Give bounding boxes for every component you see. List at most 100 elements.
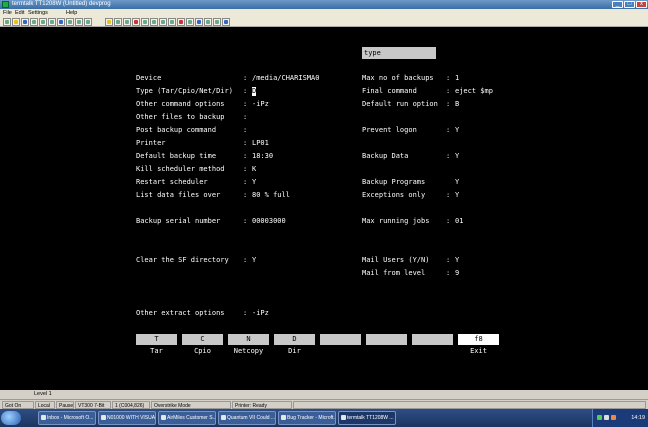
mail-users-field[interactable]: Y	[455, 256, 459, 265]
task-termtalk[interactable]: termtalk TT1208W ...	[338, 411, 396, 425]
security-icon[interactable]	[611, 415, 616, 420]
default-run-option-field[interactable]: B	[455, 100, 459, 109]
final-command-field[interactable]: eject $mp	[455, 87, 493, 96]
backup-data-field[interactable]: Y	[455, 152, 459, 161]
type-field[interactable]: D	[252, 87, 257, 96]
label-default-backup-time: Default backup time	[136, 152, 217, 160]
window-title: termtalk TT1208W (Untitled) devprog	[12, 1, 111, 7]
fkey-netcopy[interactable]: N	[228, 334, 269, 345]
system-tray: 14:19	[592, 409, 648, 427]
device-field[interactable]: /media/CHARISMA0	[252, 74, 319, 83]
label-post-backup: Post backup command	[136, 126, 217, 134]
max-running-jobs-field[interactable]: 01	[455, 217, 463, 226]
printer-field[interactable]: LP01	[252, 139, 269, 148]
terminal-screen[interactable]: type Device Type (Tar/Cpio/Net/Dir) Othe…	[0, 27, 648, 390]
task-inbox[interactable]: Inbox - Microsoft O...	[38, 411, 96, 425]
network-icon[interactable]	[597, 415, 602, 420]
colon: :	[446, 87, 451, 95]
volume-icon[interactable]	[604, 415, 609, 420]
transfer-icon[interactable]	[159, 18, 167, 26]
label-printer: Printer	[136, 139, 166, 147]
fkey-blank-7[interactable]	[412, 334, 453, 345]
menu-settings[interactable]: Settings	[28, 9, 48, 17]
colon: :	[243, 100, 248, 108]
fonts-icon[interactable]	[150, 18, 158, 26]
playback-icon[interactable]	[186, 18, 194, 26]
maximize-button[interactable]: □	[624, 1, 635, 8]
task-n01000[interactable]: N01000 WITH VISUAL...	[98, 411, 156, 425]
colon: :	[243, 113, 248, 121]
record-icon[interactable]	[177, 18, 185, 26]
status-local: Local	[35, 401, 55, 409]
help-icon[interactable]	[222, 18, 230, 26]
label-final-command: Final command	[362, 87, 417, 95]
fkey-blank-6[interactable]	[366, 334, 407, 345]
connect-icon[interactable]	[30, 18, 38, 26]
find-icon[interactable]	[75, 18, 83, 26]
lock-icon[interactable]	[213, 18, 221, 26]
prevent-logon-field[interactable]: Y	[455, 126, 459, 135]
task-bug-tracker[interactable]: Bug Tracker - Microft...	[278, 411, 336, 425]
label-device: Device	[136, 74, 162, 82]
level-indicator: Level 1	[34, 391, 52, 397]
capture-icon[interactable]	[84, 18, 92, 26]
start-button[interactable]	[1, 411, 21, 425]
app-icon	[2, 1, 9, 8]
fkey-label-exit: Exit	[470, 347, 487, 355]
exceptions-only-field[interactable]: Y	[455, 191, 459, 200]
save-icon[interactable]	[21, 18, 29, 26]
task-airmiles[interactable]: AirMiles Customer S...	[158, 411, 216, 425]
disconnect-icon[interactable]	[39, 18, 47, 26]
colon: :	[446, 269, 451, 277]
display-icon[interactable]	[123, 18, 131, 26]
colors-icon[interactable]	[141, 18, 149, 26]
new-session-icon[interactable]	[3, 18, 11, 26]
open-folder-icon[interactable]	[12, 18, 20, 26]
clear-sf-field[interactable]: Y	[252, 256, 256, 265]
backup-serial-field[interactable]: 00003000	[252, 217, 286, 226]
task-quantum[interactable]: Quantum VII Could ...	[218, 411, 276, 425]
paste-icon[interactable]	[66, 18, 74, 26]
status-empty	[293, 401, 646, 409]
clock[interactable]: 14:19	[631, 409, 645, 427]
other-command-options-field[interactable]: -iPz	[252, 100, 269, 109]
label-exceptions-only: Exceptions only	[362, 191, 426, 199]
colon: :	[243, 126, 248, 134]
status-mode: Overstrike Mode	[151, 401, 231, 409]
colon: :	[446, 152, 451, 160]
other-extract-field[interactable]: -iPz	[252, 309, 269, 318]
options-icon[interactable]	[195, 18, 203, 26]
keyboard-icon[interactable]	[105, 18, 113, 26]
minimize-button[interactable]: _	[612, 1, 623, 8]
restart-scheduler-field[interactable]: Y	[252, 178, 256, 187]
menu-file[interactable]: File	[3, 9, 12, 17]
colon: :	[243, 152, 248, 160]
kill-scheduler-field[interactable]: K	[252, 165, 256, 174]
label-restart-scheduler: Restart scheduler	[136, 178, 208, 186]
macro-icon[interactable]	[168, 18, 176, 26]
max-backups-field[interactable]: 1	[455, 74, 459, 83]
fkey-label-dir: Dir	[288, 347, 301, 355]
reset-icon[interactable]	[132, 18, 140, 26]
fkey-cpio[interactable]: C	[182, 334, 223, 345]
pen-icon[interactable]	[204, 18, 212, 26]
fkey-blank-5[interactable]	[320, 334, 361, 345]
fkey-exit[interactable]: f8	[458, 334, 499, 345]
menu-bar: File Edit Settings Help	[0, 9, 648, 17]
default-backup-time-field[interactable]: 18:30	[252, 152, 273, 161]
backup-programs-field[interactable]: Y	[455, 178, 459, 187]
label-list-data-files: List data files over	[136, 191, 221, 199]
menu-help[interactable]: Help	[66, 9, 77, 17]
mail-from-level-field[interactable]: 9	[455, 269, 459, 278]
list-data-files-field[interactable]: 80 % full	[252, 191, 290, 200]
label-clear-sf: Clear the SF directory	[136, 256, 229, 264]
menu-edit[interactable]: Edit	[15, 9, 24, 17]
print-icon[interactable]	[48, 18, 56, 26]
fkey-tar[interactable]: T	[136, 334, 177, 345]
close-button[interactable]: x	[636, 1, 647, 8]
label-backup-serial: Backup serial number	[136, 217, 221, 225]
keymap-icon[interactable]	[114, 18, 122, 26]
fkey-label-cpio: Cpio	[194, 347, 211, 355]
copy-icon[interactable]	[57, 18, 65, 26]
fkey-dir[interactable]: D	[274, 334, 315, 345]
